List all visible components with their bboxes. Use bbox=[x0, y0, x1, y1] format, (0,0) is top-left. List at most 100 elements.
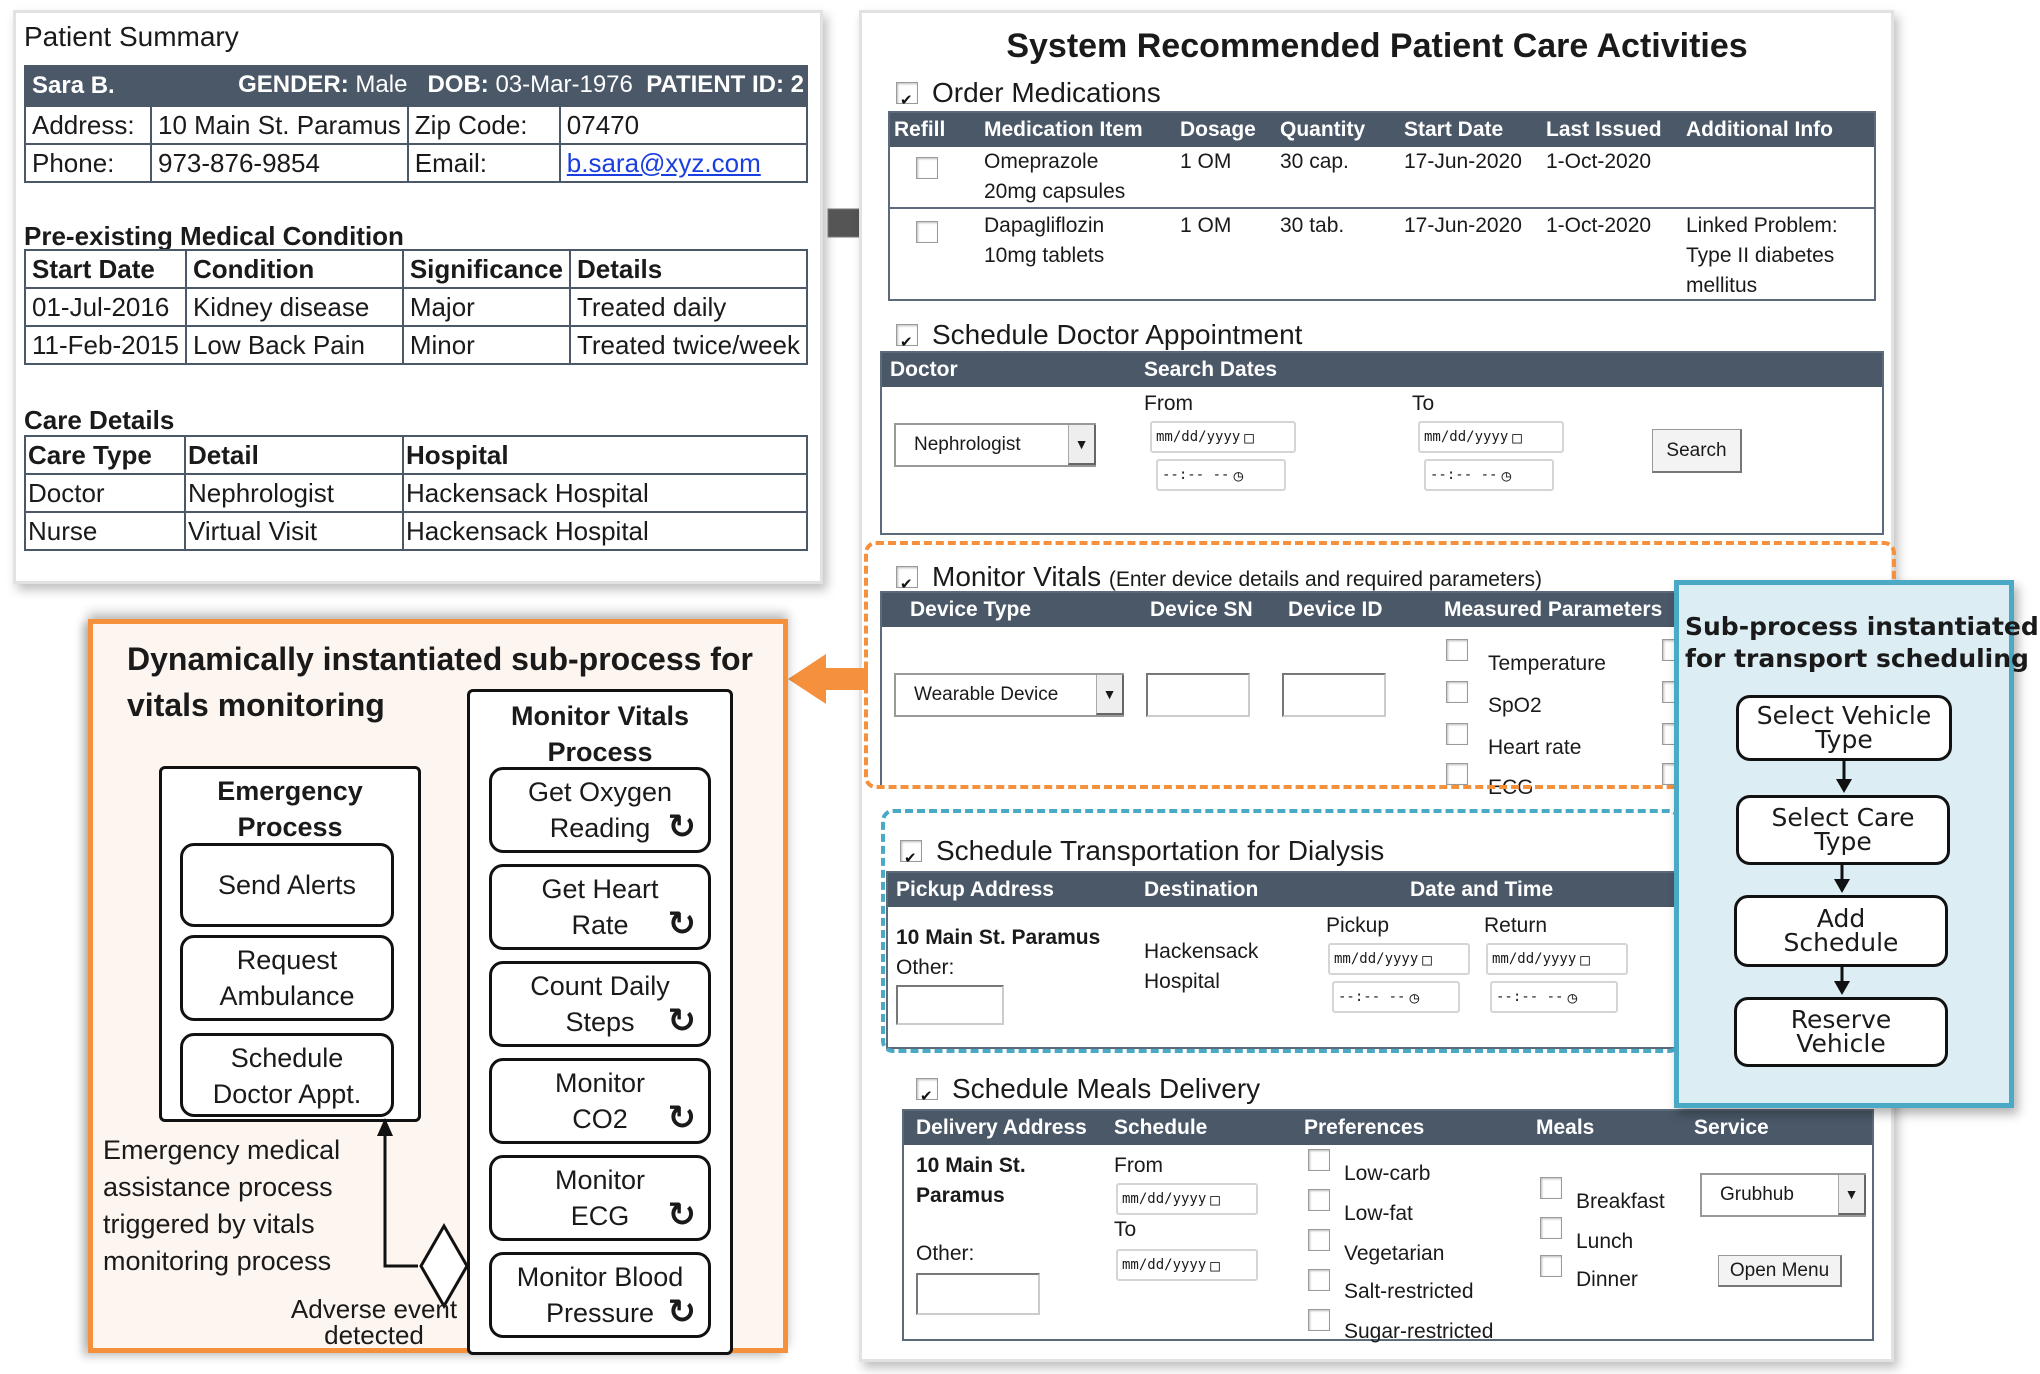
chevron-down-icon: ▼ bbox=[1068, 425, 1096, 465]
address-value: 10 Main St. Paramus bbox=[150, 105, 409, 145]
additional-info: Linked Problem: bbox=[1686, 214, 1838, 237]
time-placeholder: --:-- -- bbox=[1162, 467, 1230, 483]
cell: Virtual Visit bbox=[184, 511, 404, 551]
preference-checkbox[interactable] bbox=[1308, 1189, 1330, 1211]
transportation-highlight bbox=[881, 809, 1681, 1053]
cell: Minor bbox=[401, 325, 571, 365]
table-row: Doctor Nephrologist Hackensack Hospital bbox=[24, 473, 808, 513]
table-header-row: Start Date Condition Significance Detail… bbox=[24, 249, 809, 289]
table-row: 11-Feb-2015 Low Back Pain Minor Treated … bbox=[24, 325, 809, 365]
open-menu-button[interactable]: Open Menu bbox=[1718, 1255, 1842, 1287]
medications-table: Refill Medication Item Dosage Quantity S… bbox=[888, 111, 1876, 301]
doctor-appointment-header: Schedule Doctor Appointment bbox=[896, 319, 1302, 351]
calendar-icon: □ bbox=[1244, 427, 1254, 447]
col-header: Dosage bbox=[1180, 118, 1256, 141]
doctor-select[interactable]: Nephrologist ▼ bbox=[894, 423, 1096, 467]
delivery-address: Paramus bbox=[916, 1184, 1005, 1207]
preference-checkbox[interactable] bbox=[1308, 1309, 1330, 1331]
order-medications-checkbox[interactable] bbox=[896, 82, 918, 104]
meals-to-date-input[interactable]: mm/dd/yyyy □ bbox=[1116, 1249, 1258, 1281]
quantity: 30 cap. bbox=[1280, 150, 1349, 173]
col-header: Doctor bbox=[890, 358, 958, 381]
cell: Treated daily bbox=[568, 287, 809, 327]
meals-label: Schedule Meals Delivery bbox=[952, 1073, 1261, 1104]
medication-row: Omeprazole 20mg capsules 1 OM 30 cap. 17… bbox=[890, 147, 1874, 209]
meals-checkbox[interactable] bbox=[916, 1078, 938, 1100]
meal-label: Lunch bbox=[1576, 1230, 1634, 1253]
col-header: Additional Info bbox=[1686, 118, 1833, 141]
meal-checkbox[interactable] bbox=[1540, 1177, 1562, 1199]
preference-checkbox[interactable] bbox=[1308, 1149, 1330, 1171]
from-label: From bbox=[1144, 392, 1193, 415]
col-header: Care Type bbox=[24, 435, 186, 475]
delivery-address: 10 Main St. bbox=[916, 1154, 1026, 1177]
doctor-appointment-checkbox[interactable] bbox=[896, 324, 918, 346]
medication-row: Dapagliflozin 10mg tablets 1 OM 30 tab. … bbox=[890, 211, 1874, 301]
preference-checkbox[interactable] bbox=[1308, 1229, 1330, 1251]
phone-label: Phone: bbox=[24, 143, 152, 183]
gender-value: Male bbox=[355, 71, 408, 98]
to-date-input[interactable]: mm/dd/yyyy □ bbox=[1418, 421, 1564, 453]
from-date-input[interactable]: mm/dd/yyyy □ bbox=[1150, 421, 1296, 453]
email-label: Email: bbox=[406, 143, 561, 183]
table-row: Phone: 973-876-9854 Email: b.sara@xyz.co… bbox=[24, 143, 809, 183]
calendar-icon: □ bbox=[1512, 427, 1522, 447]
date-placeholder: mm/dd/yyyy bbox=[1122, 1191, 1207, 1207]
table-row: Nurse Virtual Visit Hackensack Hospital bbox=[24, 511, 808, 551]
col-header: Details bbox=[568, 249, 809, 289]
preference-checkbox[interactable] bbox=[1308, 1269, 1330, 1291]
zip-label: Zip Code: bbox=[406, 105, 561, 145]
col-header: Delivery Address bbox=[916, 1116, 1087, 1139]
cell: Major bbox=[401, 287, 571, 327]
cell: Hackensack Hospital bbox=[402, 511, 808, 551]
arrow-up-icon bbox=[377, 1118, 393, 1136]
arrow-down-icon bbox=[1834, 865, 1850, 893]
patient-header-bar: Sara B. GENDER: Male DOB: 03-Mar-1976 PA… bbox=[24, 65, 808, 105]
meals-table: Delivery Address Schedule Preferences Me… bbox=[902, 1109, 1874, 1343]
meal-checkbox[interactable] bbox=[1540, 1217, 1562, 1239]
preference-label: Low-fat bbox=[1344, 1202, 1413, 1225]
from-time-input[interactable]: --:-- -- ◷ bbox=[1156, 459, 1286, 491]
medication-item: Dapagliflozin bbox=[984, 214, 1105, 237]
cell: Low Back Pain bbox=[184, 325, 404, 365]
refill-checkbox[interactable] bbox=[916, 157, 938, 179]
col-header: Medication Item bbox=[984, 118, 1143, 141]
search-button[interactable]: Search bbox=[1652, 429, 1742, 473]
medication-item: Omeprazole bbox=[984, 150, 1099, 173]
arrow-left-icon bbox=[788, 654, 868, 704]
col-header: Detail bbox=[184, 435, 404, 475]
to-time-input[interactable]: --:-- -- ◷ bbox=[1424, 459, 1554, 491]
cell: Nurse bbox=[24, 511, 186, 551]
meal-checkbox[interactable] bbox=[1540, 1255, 1562, 1277]
meals-from-date-input[interactable]: mm/dd/yyyy □ bbox=[1116, 1183, 1258, 1215]
patient-id-value: 2 bbox=[790, 71, 804, 98]
col-header: Schedule bbox=[1114, 1116, 1208, 1139]
start-date: 17-Jun-2020 bbox=[1404, 214, 1522, 237]
quantity: 30 tab. bbox=[1280, 214, 1345, 237]
medications-header-row: Refill Medication Item Dosage Quantity S… bbox=[890, 113, 1874, 147]
date-placeholder: mm/dd/yyyy bbox=[1122, 1257, 1207, 1273]
cell: 01-Jul-2016 bbox=[24, 287, 187, 327]
refill-checkbox[interactable] bbox=[916, 221, 938, 243]
calendar-icon: □ bbox=[1210, 1255, 1220, 1275]
to-label: To bbox=[1412, 392, 1435, 415]
service-select[interactable]: Grubhub ▼ bbox=[1700, 1173, 1866, 1217]
meals-header-row: Delivery Address Schedule Preferences Me… bbox=[904, 1111, 1872, 1145]
table-row: 01-Jul-2016 Kidney disease Major Treated… bbox=[24, 287, 809, 327]
service-select-value: Grubhub bbox=[1720, 1184, 1794, 1205]
chevron-down-icon: ▼ bbox=[1838, 1175, 1866, 1215]
cell: Hackensack Hospital bbox=[402, 473, 808, 513]
transport-subprocess-panel: Sub-process instantiated for transport s… bbox=[1674, 580, 2039, 1108]
dob-value: 03-Mar-1976 bbox=[495, 71, 633, 98]
col-header: Refill bbox=[894, 118, 946, 141]
additional-info: mellitus bbox=[1686, 274, 1758, 297]
patient-meta: GENDER: Male DOB: 03-Mar-1976 PATIENT ID… bbox=[238, 71, 804, 99]
table-row: Address: 10 Main St. Paramus Zip Code: 0… bbox=[24, 105, 809, 145]
dob-label: DOB: bbox=[427, 71, 489, 98]
meal-label: Breakfast bbox=[1576, 1190, 1665, 1213]
other-delivery-input[interactable] bbox=[916, 1273, 1040, 1315]
email-link[interactable]: b.sara@xyz.com bbox=[567, 148, 761, 178]
conditions-title: Pre-existing Medical Condition bbox=[24, 221, 404, 251]
col-header: Quantity bbox=[1280, 118, 1366, 141]
gender-label: GENDER: bbox=[238, 71, 349, 98]
